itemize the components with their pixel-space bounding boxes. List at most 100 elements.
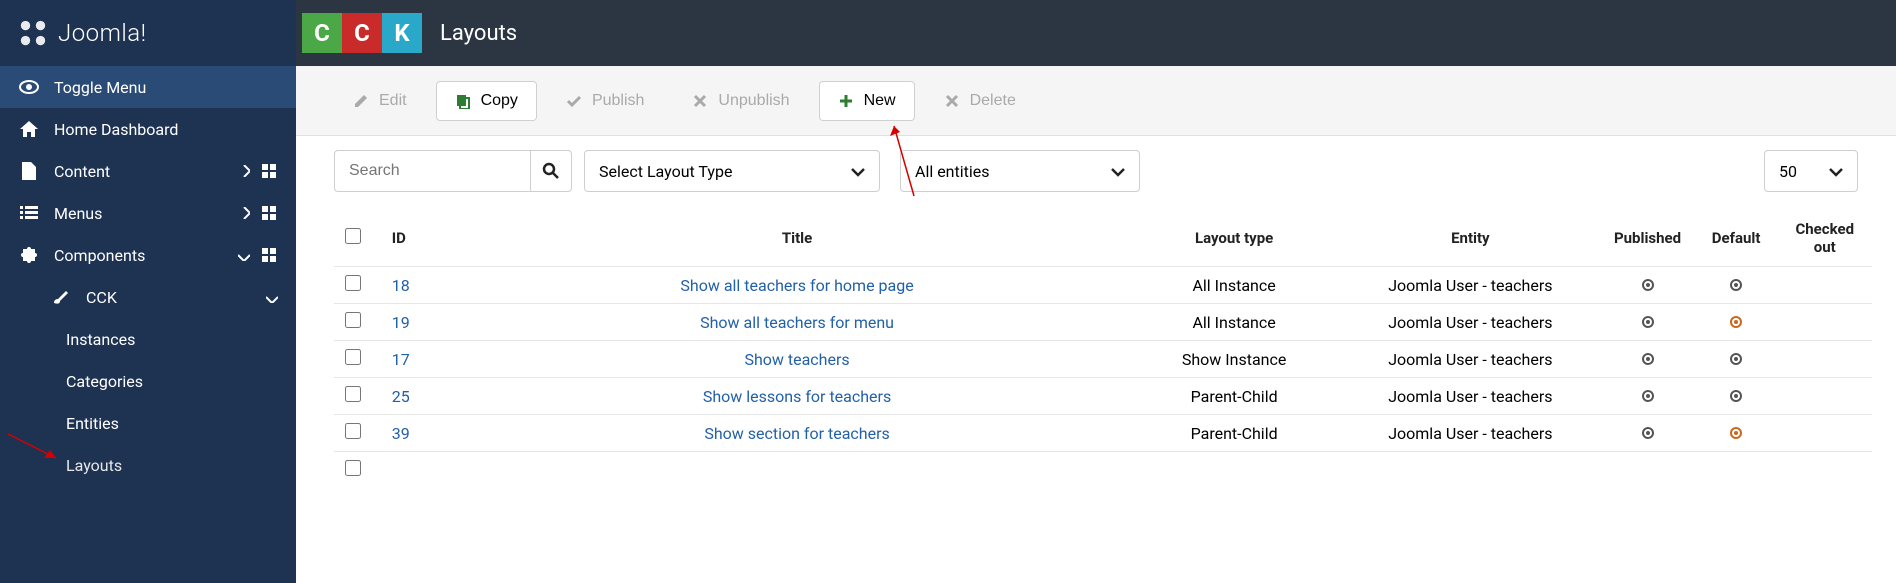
row-id-link[interactable]: 39 (392, 424, 410, 443)
row-checkbox[interactable] (345, 386, 361, 402)
published-toggle[interactable] (1642, 427, 1654, 439)
unpublish-label: Unpublish (718, 92, 789, 110)
sidebar-item-categories[interactable]: Categories (0, 360, 296, 402)
row-title-link[interactable]: Show all teachers for home page (680, 276, 913, 295)
copy-button[interactable]: Copy (436, 81, 537, 121)
row-title-link[interactable]: Show lessons for teachers (703, 387, 891, 406)
chevron-down-icon (1811, 162, 1843, 181)
toggle-label: Toggle Menu (54, 78, 146, 97)
search-input[interactable] (334, 150, 530, 192)
entities-label: Entities (66, 414, 119, 433)
row-checkbox[interactable] (345, 312, 361, 328)
default-toggle[interactable] (1730, 316, 1742, 328)
table-row: 17 Show teachers Show Instance Joomla Us… (334, 341, 1872, 378)
col-layout-type[interactable]: Layout type (1128, 210, 1341, 267)
check-all[interactable] (345, 228, 361, 244)
row-entity: Joomla User - teachers (1340, 378, 1600, 415)
row-checkbox[interactable] (345, 275, 361, 291)
sidebar-item-cck[interactable]: CCK (0, 276, 296, 318)
cck-tile-c2: C (342, 13, 382, 53)
joomla-logo-icon (18, 18, 48, 48)
categories-label: Categories (66, 372, 143, 391)
col-entity[interactable]: Entity (1340, 210, 1600, 267)
table-row (334, 452, 1872, 489)
edit-button[interactable]: Edit (334, 81, 426, 121)
col-title[interactable]: Title (466, 210, 1128, 267)
published-toggle[interactable] (1642, 353, 1654, 365)
delete-button[interactable]: Delete (925, 81, 1035, 121)
chevron-right-icon (242, 204, 250, 223)
toolbar: Edit Copy Publish Unpublish New Delete (296, 66, 1896, 136)
entity-label: All entities (915, 162, 990, 181)
entity-select[interactable]: All entities (900, 150, 1140, 192)
limit-label: 50 (1779, 162, 1797, 181)
row-title-link[interactable]: Show teachers (744, 350, 849, 369)
row-checkbox[interactable] (345, 423, 361, 439)
row-title-link[interactable]: Show all teachers for menu (700, 313, 894, 332)
sidebar-item-menus[interactable]: Menus (0, 192, 296, 234)
row-title-link[interactable]: Show section for teachers (704, 424, 889, 443)
layouts-label: Layouts (66, 456, 122, 475)
sidebar-item-instances[interactable]: Instances (0, 318, 296, 360)
default-toggle[interactable] (1730, 353, 1742, 365)
sidebar-item-layouts[interactable]: Layouts (0, 444, 296, 486)
home-icon (18, 119, 40, 139)
published-toggle[interactable] (1642, 279, 1654, 291)
publish-button[interactable]: Publish (547, 81, 663, 121)
toggle-menu[interactable]: Toggle Menu (0, 66, 296, 108)
brand: Joomla! (0, 0, 296, 66)
instances-label: Instances (66, 330, 135, 349)
row-id-link[interactable]: 17 (392, 350, 410, 369)
row-checked-out (1777, 341, 1872, 378)
row-checkbox[interactable] (345, 460, 361, 476)
sidebar-item-entities[interactable]: Entities (0, 402, 296, 444)
cck-logo: C C K (302, 13, 422, 53)
new-button[interactable]: New (819, 81, 915, 121)
published-toggle[interactable] (1642, 390, 1654, 402)
row-checked-out (1777, 378, 1872, 415)
times-icon (692, 93, 708, 109)
table: ID Title Layout type Entity Published De… (334, 210, 1872, 488)
row-checked-out (1777, 415, 1872, 452)
unpublish-button[interactable]: Unpublish (673, 81, 808, 121)
times-icon (944, 93, 960, 109)
grid-icon[interactable] (262, 205, 278, 221)
default-toggle[interactable] (1730, 427, 1742, 439)
layout-type-select[interactable]: Select Layout Type (584, 150, 880, 192)
puzzle-icon (18, 245, 40, 265)
content-label: Content (54, 162, 110, 181)
table-row: 18 Show all teachers for home page All I… (334, 267, 1872, 304)
row-type: Parent-Child (1128, 415, 1341, 452)
search-button[interactable] (530, 150, 572, 192)
cck-tile-k: K (382, 13, 422, 53)
grid-icon[interactable] (262, 163, 278, 179)
edit-label: Edit (379, 92, 407, 110)
menus-label: Menus (54, 204, 102, 223)
table-row: 19 Show all teachers for menu All Instan… (334, 304, 1872, 341)
sidebar-item-home[interactable]: Home Dashboard (0, 108, 296, 150)
brand-label: Joomla! (58, 19, 147, 47)
col-checked-out[interactable]: Checked out (1777, 210, 1872, 267)
row-id-link[interactable]: 19 (392, 313, 410, 332)
col-default[interactable]: Default (1695, 210, 1778, 267)
sidebar-item-content[interactable]: Content (0, 150, 296, 192)
table-header-row: ID Title Layout type Entity Published De… (334, 210, 1872, 267)
pencil-icon (353, 93, 369, 109)
row-checkbox[interactable] (345, 349, 361, 365)
row-entity: Joomla User - teachers (1340, 304, 1600, 341)
limit-select[interactable]: 50 (1764, 150, 1858, 192)
published-toggle[interactable] (1642, 316, 1654, 328)
col-published[interactable]: Published (1600, 210, 1695, 267)
table-row: 25 Show lessons for teachers Parent-Chil… (334, 378, 1872, 415)
sidebar-item-components[interactable]: Components (0, 234, 296, 276)
default-toggle[interactable] (1730, 279, 1742, 291)
topbar: C C K Layouts (296, 0, 1896, 66)
default-toggle[interactable] (1730, 390, 1742, 402)
col-id[interactable]: ID (372, 210, 467, 267)
row-id-link[interactable]: 25 (392, 387, 410, 406)
toggle-icon (18, 77, 40, 97)
row-type: Show Instance (1128, 341, 1341, 378)
grid-icon[interactable] (262, 247, 278, 263)
row-id-link[interactable]: 18 (392, 276, 410, 295)
cck-label: CCK (86, 288, 117, 307)
